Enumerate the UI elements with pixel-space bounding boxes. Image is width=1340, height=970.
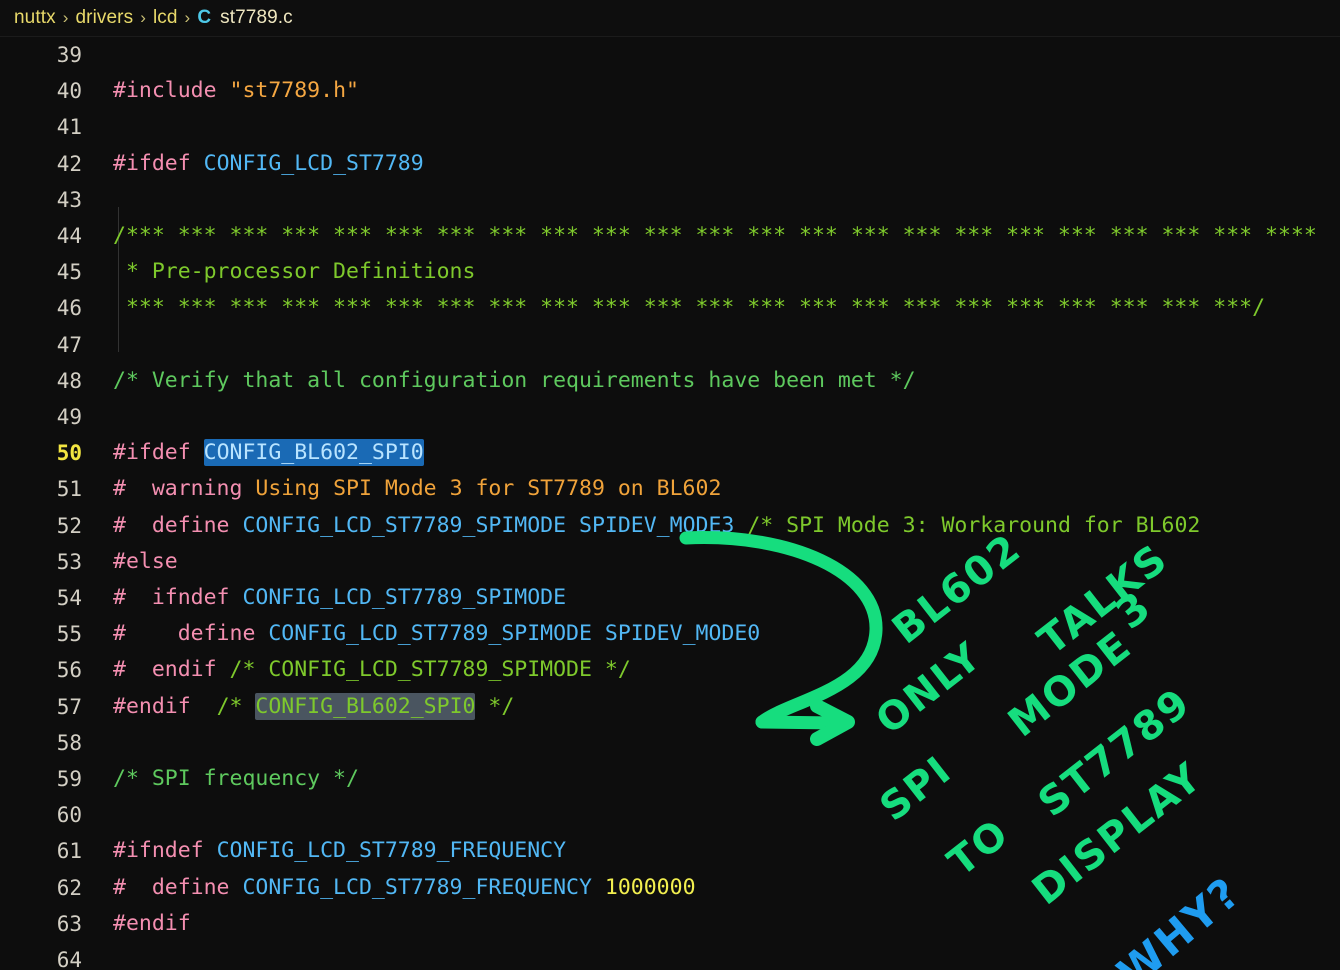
line-source: # endif /* CONFIG_LCD_ST7789_SPIMODE */ (113, 657, 631, 683)
line-number: 45 (56, 260, 82, 285)
line-source: # define CONFIG_LCD_ST7789_SPIMODE SPIDE… (113, 621, 761, 647)
line-number: 39 (56, 43, 82, 67)
line-number: 40 (56, 79, 82, 104)
line-source: # define CONFIG_LCD_ST7789_SPIMODE SPIDE… (113, 512, 1201, 538)
code-line[interactable]: 48 /* Verify that all configuration requi… (0, 363, 1340, 399)
code-line[interactable]: 49 (0, 399, 1340, 435)
chevron-right-icon: › (184, 8, 191, 27)
line-number: 52 (56, 513, 82, 538)
code-line[interactable]: 44 /*** *** *** *** *** *** *** *** *** *… (0, 218, 1340, 254)
code-line[interactable]: 63 #endif (0, 906, 1340, 942)
code-line[interactable]: 39 (0, 37, 1340, 73)
line-number: 59 (56, 767, 82, 791)
line-number: 55 (56, 622, 82, 647)
line-source: # define CONFIG_LCD_ST7789_FREQUENCY 100… (113, 874, 696, 900)
line-source: #ifdef CONFIG_BL602_SPI0 (113, 439, 424, 467)
line-number: 43 (56, 187, 82, 212)
line-source: #ifdef CONFIG_LCD_ST7789 (113, 150, 424, 176)
chevron-right-icon: › (62, 8, 69, 27)
code-line[interactable]: 50 #ifdef CONFIG_BL602_SPI0 (0, 435, 1340, 471)
line-number: 57 (56, 694, 82, 719)
code-line[interactable]: 62 # define CONFIG_LCD_ST7789_FREQUENCY 1… (0, 870, 1340, 906)
word-match-highlight: CONFIG_BL602_SPI0 (255, 692, 476, 720)
line-source: #include "st7789.h" (113, 78, 359, 104)
line-source: #ifndef CONFIG_LCD_ST7789_FREQUENCY (113, 838, 567, 864)
c-file-icon: C (197, 7, 212, 28)
code-line[interactable]: 54 # ifndef CONFIG_LCD_ST7789_SPIMODE (0, 580, 1340, 616)
line-source: *** *** *** *** *** *** *** *** *** *** … (113, 295, 1266, 321)
line-source: #endif /* CONFIG_BL602_SPI0 */ (113, 692, 515, 720)
line-number: 44 (56, 224, 82, 248)
code-line[interactable]: 58 (0, 725, 1340, 761)
code-line[interactable]: 51 # warning Using SPI Mode 3 for ST7789 … (0, 471, 1340, 507)
line-number: 53 (56, 549, 82, 574)
line-number: 56 (56, 658, 82, 683)
editor-window: nuttx › drivers › lcd › C st7789.c 39 40 #… (0, 0, 1340, 970)
code-line[interactable]: 57 #endif /* CONFIG_BL602_SPI0 */ (0, 689, 1340, 725)
text-selection: CONFIG_BL602_SPI0 (203, 439, 424, 467)
code-line[interactable]: 46 *** *** *** *** *** *** *** *** *** *… (0, 290, 1340, 326)
chevron-right-icon: › (140, 8, 146, 27)
line-source: /*** *** *** *** *** *** *** *** *** ***… (113, 223, 1317, 248)
breadcrumb-item-nuttx[interactable]: nuttx (14, 7, 56, 29)
line-source: /* SPI frequency */ (113, 766, 359, 791)
line-number: 60 (56, 803, 82, 828)
code-line[interactable]: 59 /* SPI frequency */ (0, 761, 1340, 797)
code-line[interactable]: 53 #else (0, 544, 1340, 580)
code-editor[interactable]: 39 40 #include "st7789.h" 41 42 #ifdef CONFIG… (0, 37, 1340, 970)
breadcrumb-item-lcd[interactable]: lcd (153, 7, 178, 29)
line-number: 42 (56, 151, 82, 176)
line-number: 51 (56, 477, 82, 502)
line-source: # warning Using SPI Mode 3 for ST7789 on… (113, 476, 722, 502)
line-number: 47 (56, 332, 82, 357)
code-line[interactable]: 64 (0, 942, 1340, 970)
line-number: 61 (56, 839, 82, 864)
code-line[interactable]: 56 # endif /* CONFIG_LCD_ST7789_SPIMODE *… (0, 652, 1340, 688)
code-line[interactable]: 40 #include "st7789.h" (0, 73, 1340, 109)
line-source: * Pre-processor Definitions (113, 259, 476, 285)
line-number: 54 (56, 586, 82, 610)
line-source: # ifndef CONFIG_LCD_ST7789_SPIMODE (113, 585, 567, 610)
line-number: 48 (56, 368, 82, 393)
code-line[interactable]: 41 (0, 109, 1340, 145)
breadcrumb-item-drivers[interactable]: drivers (75, 7, 133, 29)
code-line[interactable]: 60 (0, 797, 1340, 833)
breadcrumb: nuttx › drivers › lcd › C st7789.c (0, 0, 1340, 37)
line-source: /* Verify that all configuration require… (113, 367, 916, 393)
code-line[interactable]: 55 # define CONFIG_LCD_ST7789_SPIMODE SPI… (0, 616, 1340, 652)
line-source: #else (113, 548, 178, 574)
line-number: 63 (56, 911, 82, 936)
code-line[interactable]: 61 #ifndef CONFIG_LCD_ST7789_FREQUENCY (0, 833, 1340, 869)
line-number: 58 (56, 730, 82, 755)
line-number: 46 (56, 296, 82, 321)
line-number: 64 (56, 948, 82, 970)
line-number: 62 (56, 875, 82, 900)
code-line[interactable]: 45 * Pre-processor Definitions (0, 254, 1340, 290)
code-line[interactable]: 42 #ifdef CONFIG_LCD_ST7789 (0, 146, 1340, 182)
code-line[interactable]: 52 # define CONFIG_LCD_ST7789_SPIMODE SPI… (0, 508, 1340, 544)
code-lines: 39 40 #include "st7789.h" 41 42 #ifdef CONFIG… (0, 37, 1340, 970)
line-source: #endif (113, 910, 191, 936)
breadcrumb-item-file[interactable]: st7789.c (220, 7, 293, 29)
code-line[interactable]: 43 (0, 182, 1340, 218)
line-number: 50 (56, 441, 82, 466)
line-number: 49 (56, 405, 82, 429)
code-line[interactable]: 47 (0, 327, 1340, 363)
line-number: 41 (56, 115, 82, 140)
